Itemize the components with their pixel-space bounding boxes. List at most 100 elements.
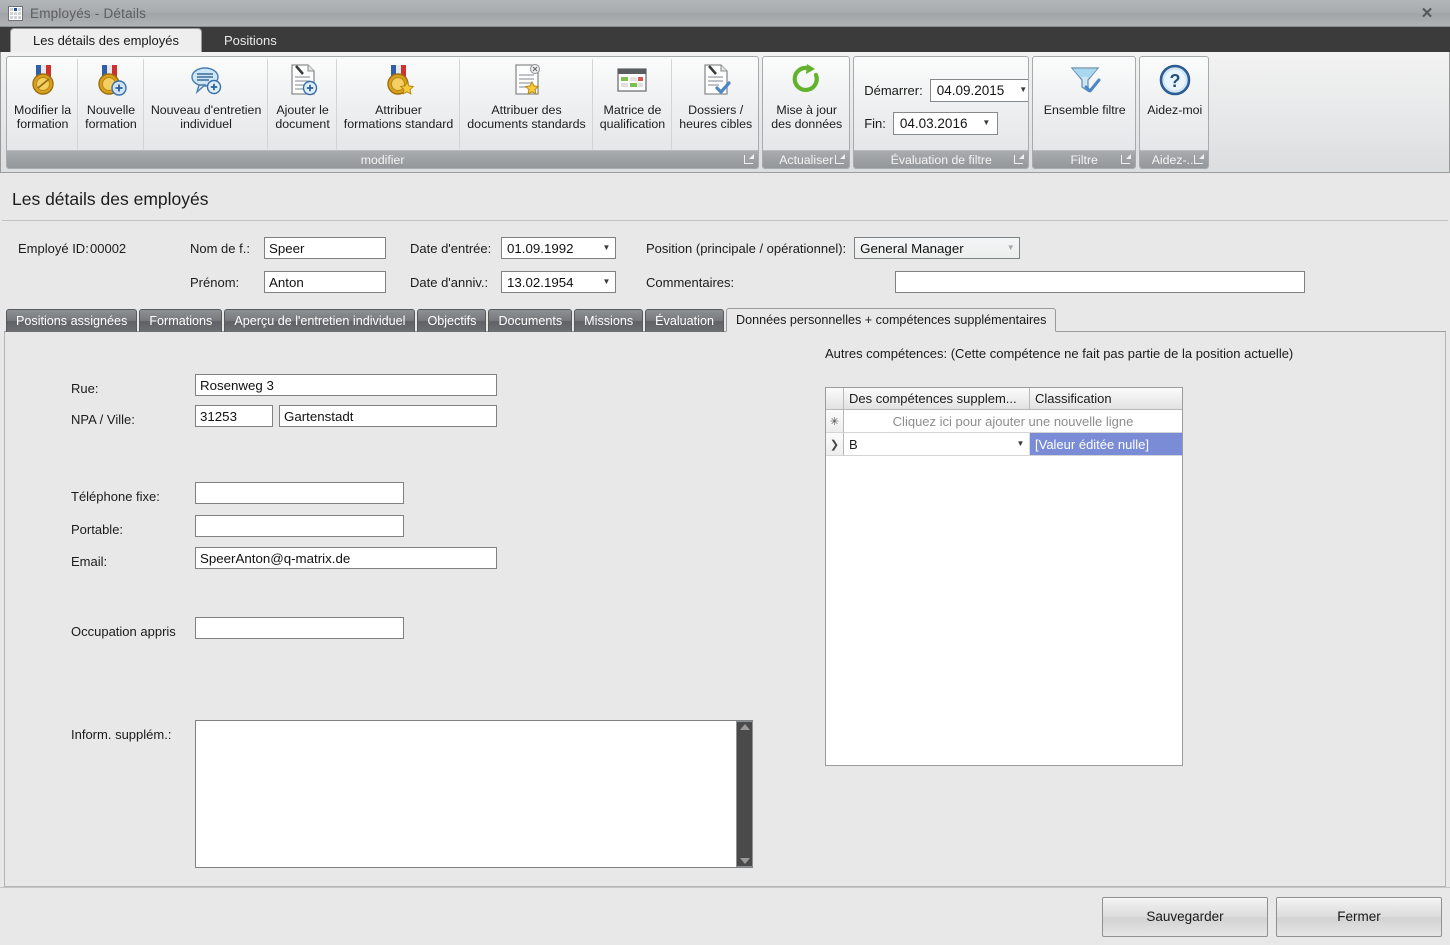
grid-header-classification[interactable]: Classification <box>1030 388 1182 410</box>
grid-header-row: Des compétences supplem... Classificatio… <box>826 388 1182 410</box>
grid-app-icon <box>8 6 23 21</box>
tab-positions-assignees[interactable]: Positions assignées <box>6 309 137 332</box>
header-field-row-2: Prénom: Anton Date d'anniv.: 13.02.1954 … <box>0 265 1450 299</box>
ribbon-button-new-individual-interview[interactable]: Nouveau d'entretien individuel <box>144 59 269 150</box>
ribbon-button-modify-training[interactable]: Modifier la formation <box>7 59 78 150</box>
street-input[interactable]: Rosenweg 3 <box>195 374 497 396</box>
ribbon-button-label: Nouvelle formation <box>85 103 137 131</box>
page-title: Les détails des employés <box>0 173 1450 220</box>
page-body: Les détails des employés Employé ID: 000… <box>0 173 1450 945</box>
ribbon-button-update-data[interactable]: Mise à jour des données <box>763 59 849 150</box>
tab-apercu-entretien[interactable]: Aperçu de l'entretien individuel <box>224 309 415 332</box>
tab-missions[interactable]: Missions <box>574 309 643 332</box>
ribbon-group-filter-evaluation: Démarrer: 04.09.2015 ▼ Fin: 04.03.2016 ▼… <box>853 56 1029 169</box>
ribbon-group-title-text: Aidez-... <box>1152 153 1197 167</box>
new-row-prompt[interactable]: Cliquez ici pour ajouter une nouvelle li… <box>844 410 1182 433</box>
filter-end-date-value: 04.03.2016 <box>900 116 968 131</box>
ribbon-button-qualification-matrix[interactable]: Matrice de qualification <box>593 59 672 150</box>
close-icon[interactable]: ✕ <box>1404 0 1450 26</box>
first-name-input[interactable]: Anton <box>264 271 386 293</box>
additional-info-label: Inform. supplém.: <box>71 727 171 742</box>
dialog-launcher-icon[interactable] <box>1193 154 1204 165</box>
email-input[interactable]: SpeerAnton@q-matrix.de <box>195 547 497 569</box>
tab-documents[interactable]: Documents <box>488 309 572 332</box>
chevron-down-icon[interactable]: ▼ <box>600 278 613 286</box>
row-skill-cell[interactable]: B ▼ <box>844 433 1030 456</box>
filter-end-date-input[interactable]: 04.03.2016 ▼ <box>893 112 998 135</box>
grid-header-skill[interactable]: Des compétences supplem... <box>844 388 1030 410</box>
tab-formations[interactable]: Formations <box>139 309 222 332</box>
comments-label: Commentaires: <box>646 275 734 290</box>
ribbon-button-label: Attribuer des documents standards <box>467 103 585 131</box>
ribbon-button-help[interactable]: ? Aidez-moi <box>1140 59 1208 150</box>
entry-date-input[interactable]: 01.09.1992 ▼ <box>501 237 616 259</box>
city-input[interactable]: Gartenstadt <box>279 405 497 427</box>
save-button[interactable]: Sauvegarder <box>1102 897 1268 937</box>
ribbon-group-refresh: Mise à jour des données Actualiser <box>762 56 850 169</box>
filter-start-date-input[interactable]: 04.09.2015 ▼ <box>930 79 1029 102</box>
filter-start-date-value: 04.09.2015 <box>937 83 1005 98</box>
funnel-icon <box>1068 63 1102 97</box>
grid-new-row[interactable]: ✳ Cliquez ici pour ajouter une nouvelle … <box>826 410 1182 433</box>
dialog-launcher-icon[interactable] <box>834 154 845 165</box>
ribbon-tab-employee-details[interactable]: Les détails des employés <box>10 28 202 52</box>
chevron-down-icon[interactable]: ▼ <box>600 244 613 252</box>
dialog-launcher-icon[interactable] <box>1013 154 1024 165</box>
chevron-down-icon[interactable]: ▼ <box>1014 440 1027 448</box>
scroll-down-icon[interactable] <box>740 858 750 864</box>
ribbon-button-assign-standard-documents[interactable]: Attribuer des documents standards <box>460 59 592 150</box>
birth-date-input[interactable]: 13.02.1954 ▼ <box>501 271 616 293</box>
ribbon-button-filter-set[interactable]: Ensemble filtre <box>1033 59 1135 150</box>
chevron-down-icon[interactable]: ▼ <box>980 119 993 127</box>
dialog-launcher-icon[interactable] <box>1120 154 1131 165</box>
ribbon-button-label: Modifier la formation <box>14 103 71 131</box>
position-value: General Manager <box>860 241 963 256</box>
chevron-down-icon[interactable]: ▼ <box>1017 86 1029 94</box>
employee-id-label: Employé ID: <box>18 241 90 256</box>
table-row[interactable]: ❯ B ▼ [Valeur éditée nulle] <box>826 433 1182 456</box>
zip-city-label: NPA / Ville: <box>71 412 135 427</box>
new-row-marker-icon: ✳ <box>826 410 844 433</box>
window-title: Employés - Détails <box>30 6 146 21</box>
position-select[interactable]: General Manager ▼ <box>854 237 1020 259</box>
ribbon-button-assign-standard-trainings[interactable]: Attribuer formations standard <box>337 59 461 150</box>
ribbon-button-label: Attribuer formations standard <box>344 103 454 131</box>
last-name-input[interactable]: Speer <box>264 237 386 259</box>
matrix-grid-icon <box>615 63 649 97</box>
medal-edit-icon <box>26 63 60 97</box>
dialog-launcher-icon[interactable] <box>743 154 754 165</box>
comments-input[interactable] <box>895 271 1305 293</box>
ribbon-group-title: Filtre <box>1033 150 1135 168</box>
row-classification-cell[interactable]: [Valeur éditée nulle] <box>1030 433 1182 456</box>
additional-info-scrollbar[interactable] <box>736 721 753 867</box>
ribbon: Modifier la formation <box>0 52 1450 173</box>
additional-info-textarea[interactable] <box>195 720 753 868</box>
tab-evaluation[interactable]: Évaluation <box>645 309 724 332</box>
document-check-icon <box>699 63 733 97</box>
ribbon-button-files-target-hours[interactable]: Dossiers / heures cibles <box>672 59 758 150</box>
scroll-up-icon[interactable] <box>740 724 750 730</box>
chevron-down-icon[interactable]: ▼ <box>1004 244 1017 252</box>
ribbon-button-new-training[interactable]: Nouvelle formation <box>78 59 144 150</box>
medal-star-icon <box>382 63 416 97</box>
birth-date-label: Date d'anniv.: <box>410 275 501 290</box>
ribbon-group-help: ? Aidez-moi Aidez-... <box>1139 56 1209 169</box>
ribbon-tab-positions[interactable]: Positions <box>202 28 299 52</box>
mobile-input[interactable] <box>195 515 404 537</box>
ribbon-group-title-text: Filtre <box>1071 153 1098 167</box>
ribbon-button-label: Nouveau d'entretien individuel <box>151 103 262 131</box>
tab-donnees-personnelles[interactable]: Données personnelles + compétences suppl… <box>726 308 1056 332</box>
first-name-label: Prénom: <box>190 275 264 290</box>
close-button[interactable]: Fermer <box>1276 897 1442 937</box>
landline-input[interactable] <box>195 482 404 504</box>
ribbon-group-title: Aidez-... <box>1140 150 1208 168</box>
occupation-input[interactable] <box>195 617 404 639</box>
header-field-row-1: Employé ID: 00002 Nom de f.: Speer Date … <box>0 231 1450 265</box>
ribbon-group-title-text: modifier <box>361 153 405 167</box>
zip-input[interactable]: 31253 <box>195 405 273 427</box>
ribbon-button-label: Ajouter le document <box>275 103 329 131</box>
ribbon-button-add-document[interactable]: Ajouter le document <box>268 59 336 150</box>
tab-objectifs[interactable]: Objectifs <box>417 309 486 332</box>
filter-start-label: Démarrer: <box>864 83 923 98</box>
help-question-icon: ? <box>1158 63 1192 97</box>
